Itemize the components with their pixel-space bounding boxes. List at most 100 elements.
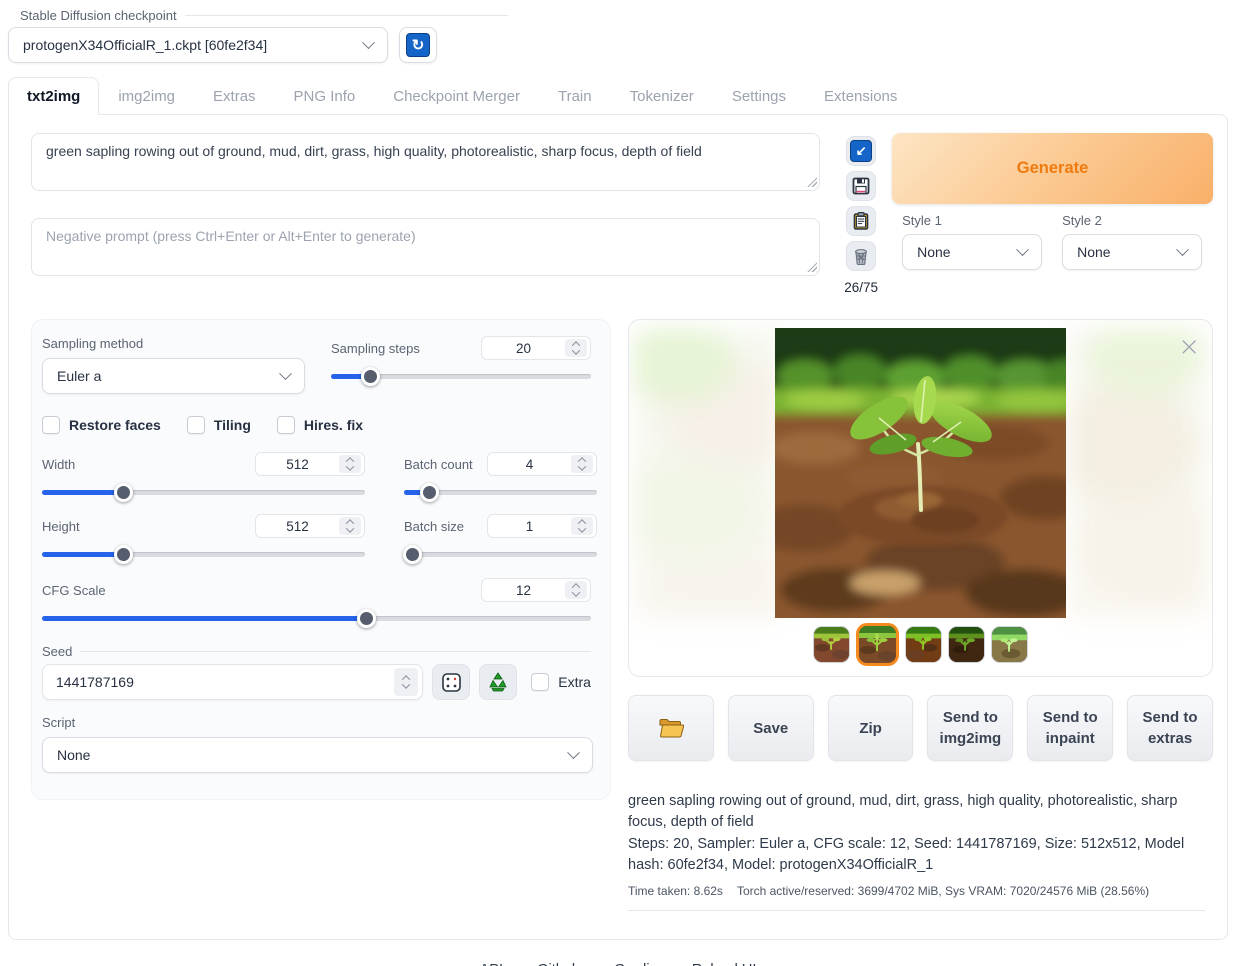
batch-count-input[interactable]: 4 xyxy=(487,452,597,476)
send-to-img2img-button[interactable]: Send to img2img xyxy=(927,695,1013,761)
prompt-input[interactable]: green sapling rowing out of ground, mud,… xyxy=(31,133,820,191)
footer-link[interactable]: Github xyxy=(537,962,580,966)
checkbox-icon xyxy=(531,673,549,691)
gallery-thumbnail[interactable] xyxy=(948,626,985,663)
footer-link[interactable]: Reload UI xyxy=(692,962,756,966)
bullet-separator: • xyxy=(595,962,599,966)
seed-label: Seed xyxy=(42,644,72,659)
checkbox-icon xyxy=(42,416,60,434)
stepper-icon[interactable] xyxy=(565,339,587,357)
generate-button[interactable]: Generate xyxy=(892,133,1213,204)
stepper-icon[interactable] xyxy=(571,517,593,535)
tab-settings[interactable]: Settings xyxy=(713,77,805,114)
tiling-checkbox[interactable]: Tiling xyxy=(187,416,251,434)
open-folder-button[interactable] xyxy=(628,695,714,761)
tab-checkpoint-merger[interactable]: Checkpoint Merger xyxy=(374,77,539,114)
vram-text: Torch active/reserved: 3699/4702 MiB, Sy… xyxy=(737,884,1149,898)
chevron-down-icon xyxy=(1176,243,1189,256)
trash-icon xyxy=(851,246,871,266)
prompt-box: green sapling rowing out of ground, mud,… xyxy=(31,133,820,191)
sampling-steps-slider[interactable] xyxy=(331,367,591,385)
batch-count-value: 4 xyxy=(488,457,571,472)
style1-value: None xyxy=(917,244,950,260)
generated-image-sapling[interactable] xyxy=(775,328,1066,618)
style1-dropdown[interactable]: None xyxy=(902,234,1042,270)
script-dropdown[interactable]: None xyxy=(42,737,593,773)
restore-faces-checkbox[interactable]: Restore faces xyxy=(42,416,161,434)
batch-count-label: Batch count xyxy=(404,457,473,472)
recycle-icon xyxy=(487,671,509,693)
gallery-blur-backdrop xyxy=(1068,328,1208,618)
extra-label: Extra xyxy=(558,674,591,690)
style2-label: Style 2 xyxy=(1062,213,1202,228)
footer-link[interactable]: API xyxy=(480,962,503,966)
paste-generation-params-button[interactable]: ↙ xyxy=(846,136,876,166)
tab-train[interactable]: Train xyxy=(539,77,611,114)
send-to-inpaint-button[interactable]: Send to inpaint xyxy=(1027,695,1113,761)
refresh-checkpoints-button[interactable]: ↻ xyxy=(399,27,437,63)
stepper-icon[interactable] xyxy=(394,668,418,696)
negative-prompt-box xyxy=(31,218,820,276)
generation-settings-panel: Sampling method Euler a Sampling steps 2… xyxy=(31,319,611,800)
stepper-icon[interactable] xyxy=(571,455,593,473)
dice-icon xyxy=(441,672,462,693)
gallery-blur-backdrop xyxy=(633,328,781,618)
random-seed-button[interactable] xyxy=(432,664,470,700)
style1-label: Style 1 xyxy=(902,213,1042,228)
footer-link[interactable]: Gradio xyxy=(614,962,658,966)
clipboard-icon xyxy=(851,211,871,231)
stepper-icon[interactable] xyxy=(565,581,587,599)
hires-fix-checkbox[interactable]: Hires. fix xyxy=(277,416,363,434)
batch-size-slider[interactable] xyxy=(404,545,597,563)
width-slider[interactable] xyxy=(42,483,365,501)
extra-seed-checkbox[interactable]: Extra xyxy=(531,673,591,691)
cfg-scale-input[interactable]: 12 xyxy=(481,578,591,602)
sampling-steps-input[interactable]: 20 xyxy=(481,336,591,360)
save-button[interactable]: Save xyxy=(728,695,814,761)
cfg-scale-value: 12 xyxy=(482,583,565,598)
gallery-thumbnail[interactable] xyxy=(991,626,1028,663)
tab-extras[interactable]: Extras xyxy=(194,77,275,114)
seed-input[interactable]: 1441787169 xyxy=(42,664,423,700)
output-gallery: × xyxy=(628,319,1213,677)
tab-extensions[interactable]: Extensions xyxy=(805,77,916,114)
width-input[interactable]: 512 xyxy=(255,452,365,476)
close-gallery-icon[interactable]: × xyxy=(1178,334,1200,360)
clear-prompt-button[interactable] xyxy=(846,241,876,271)
style2-value: None xyxy=(1077,244,1110,260)
checkbox-icon xyxy=(187,416,205,434)
tab-png-info[interactable]: PNG Info xyxy=(275,77,375,114)
apply-style-button[interactable] xyxy=(846,206,876,236)
tab-bar: txt2img img2img Extras PNG Info Checkpoi… xyxy=(0,77,1236,114)
gallery-thumbnail-selected[interactable] xyxy=(856,623,899,666)
checkpoint-group: Stable Diffusion checkpoint protogenX34O… xyxy=(8,8,508,63)
sampling-steps-label: Sampling steps xyxy=(331,341,420,356)
batch-count-slider[interactable] xyxy=(404,483,597,501)
checkpoint-value: protogenX34OfficialR_1.ckpt [60fe2f34] xyxy=(23,37,267,53)
stepper-icon[interactable] xyxy=(339,517,361,535)
gallery-thumbnail[interactable] xyxy=(813,626,850,663)
checkpoint-dropdown[interactable]: protogenX34OfficialR_1.ckpt [60fe2f34] xyxy=(8,27,388,63)
style2-dropdown[interactable]: None xyxy=(1062,234,1202,270)
hires-fix-label: Hires. fix xyxy=(304,417,363,433)
script-value: None xyxy=(57,747,90,763)
send-to-extras-button[interactable]: Send to extras xyxy=(1127,695,1213,761)
thumbnail-strip xyxy=(629,623,1212,666)
sampling-method-dropdown[interactable]: Euler a xyxy=(42,358,305,394)
height-input[interactable]: 512 xyxy=(255,514,365,538)
gallery-thumbnail[interactable] xyxy=(905,626,942,663)
time-taken-text: Time taken: 8.62s xyxy=(628,884,723,898)
negative-prompt-input[interactable] xyxy=(31,218,820,276)
reuse-seed-button[interactable] xyxy=(479,664,517,700)
tab-tokenizer[interactable]: Tokenizer xyxy=(611,77,713,114)
tab-img2img[interactable]: img2img xyxy=(99,77,194,114)
batch-size-input[interactable]: 1 xyxy=(487,514,597,538)
zip-button[interactable]: Zip xyxy=(828,695,914,761)
height-slider[interactable] xyxy=(42,545,365,563)
batch-size-label: Batch size xyxy=(404,519,464,534)
folder-icon xyxy=(658,717,684,739)
tab-txt2img[interactable]: txt2img xyxy=(8,77,99,115)
cfg-scale-slider[interactable] xyxy=(42,609,591,627)
stepper-icon[interactable] xyxy=(339,455,361,473)
save-style-button[interactable] xyxy=(846,171,876,201)
